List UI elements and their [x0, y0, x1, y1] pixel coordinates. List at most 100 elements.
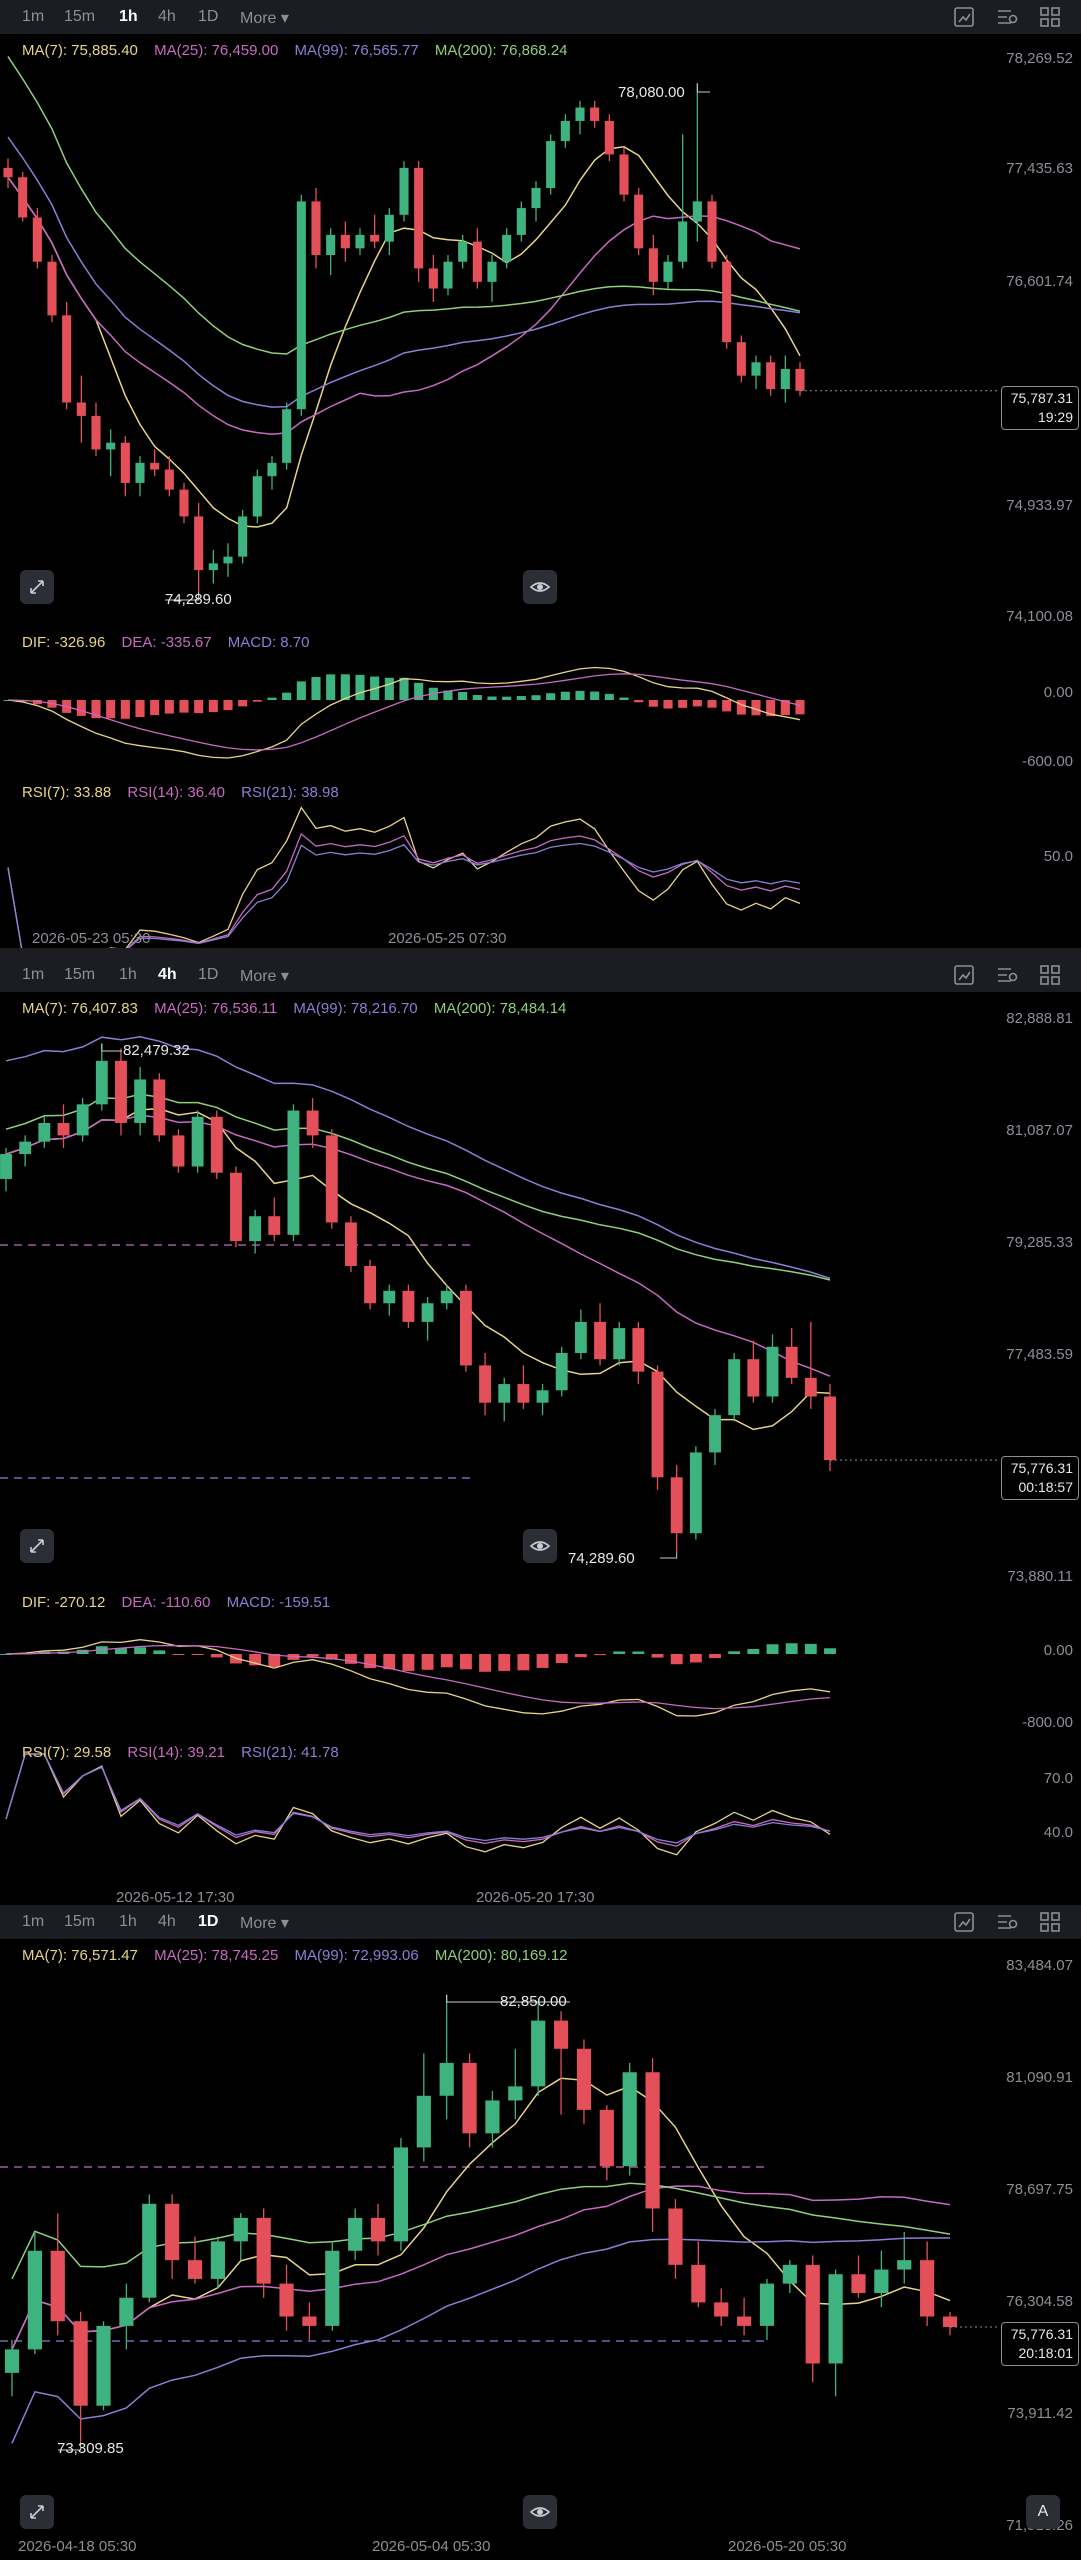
macd-histogram-bar	[440, 1654, 453, 1668]
candle-body	[62, 315, 72, 403]
macd-histogram-bar	[134, 1647, 147, 1654]
dea-line	[5, 1644, 831, 1710]
current-price-tag: 75,776.31 00:18:57	[1001, 1456, 1079, 1500]
dea-value: DEA: -110.60	[121, 1594, 211, 1611]
low-price-label: 73,309.85	[57, 2440, 124, 2457]
macd-axis-label: 0.00	[1043, 1642, 1073, 1659]
macd-histogram-bar	[384, 677, 394, 700]
candle-body	[508, 2086, 523, 2101]
price-axis-label: 78,697.75	[1006, 2181, 1073, 2198]
macd-histogram-bar	[399, 677, 409, 700]
candle-body	[782, 2264, 797, 2284]
eye-icon	[529, 1541, 551, 1551]
candlestick-chart-1h[interactable]	[0, 0, 1081, 948]
visibility-button[interactable]	[523, 2495, 557, 2529]
price-axis-label: 81,090.91	[1006, 2069, 1073, 2086]
macd-histogram-bar	[824, 1648, 836, 1654]
rsi-axis-label: 40.0	[1043, 1824, 1073, 1841]
candle-body	[416, 2095, 431, 2148]
visibility-button[interactable]	[523, 570, 557, 604]
macd-histogram-bar	[210, 1654, 223, 1658]
expand-button[interactable]	[20, 2495, 54, 2529]
candle-body	[106, 442, 116, 450]
candle-body	[536, 1390, 549, 1403]
candle-body	[325, 2250, 340, 2326]
candle-body	[210, 2241, 225, 2279]
candle-body	[632, 1328, 645, 1372]
chart-panel-1d: 1m 15m 1h 4h 1D More ▾ MA(7): 76,571.47 …	[0, 1905, 1081, 2560]
expand-button[interactable]	[20, 570, 54, 604]
price-axis-label: 77,483.59	[1006, 1346, 1073, 1363]
candle-body	[574, 1321, 587, 1353]
candle-body	[252, 476, 262, 517]
candle-body	[91, 415, 101, 450]
price-axis-label: 81,087.07	[1006, 1122, 1073, 1139]
current-price-tag: 75,776.31 20:18:01	[1001, 2322, 1079, 2366]
rsi-legend: RSI(7): 33.88 RSI(14): 36.40 RSI(21): 38…	[22, 784, 351, 801]
candle-body	[692, 201, 702, 222]
candle-body	[459, 1290, 472, 1366]
macd-value: MACD: -159.51	[226, 1594, 331, 1611]
macd-histogram-bar	[106, 700, 116, 719]
macd-histogram-bar	[766, 1644, 779, 1654]
high-marker-line	[696, 83, 710, 93]
candle-body	[364, 1265, 377, 1304]
candle-body	[287, 1110, 300, 1235]
time-axis-label: 2026-05-20 17:30	[476, 1889, 595, 1906]
price-axis-label: 82,888.81	[1006, 1010, 1073, 1027]
candle-body	[897, 2260, 912, 2270]
candle-body	[325, 1135, 338, 1223]
candle-body	[134, 1079, 147, 1123]
candle-body	[440, 1290, 453, 1304]
candle-body	[780, 368, 790, 390]
candle-body	[230, 1172, 242, 1242]
macd-histogram-bar	[191, 1654, 204, 1655]
auto-scale-button[interactable]: A	[1026, 2495, 1060, 2529]
low-price-label: 74,289.60	[568, 1550, 635, 1567]
macd-histogram-bar	[728, 1651, 741, 1654]
candle-countdown: 00:18:57	[1018, 1479, 1074, 1495]
macd-histogram-bar	[238, 700, 248, 707]
candle-body	[766, 362, 776, 390]
macd-histogram-bar	[296, 681, 306, 700]
candle-body	[399, 167, 409, 215]
price-axis-label: 79,285.33	[1006, 1234, 1073, 1251]
candle-body	[651, 1371, 664, 1478]
candlestick-chart-4h[interactable]	[0, 958, 1081, 1905]
candle-body	[594, 1321, 606, 1360]
rsi7-line	[7, 806, 801, 948]
macd-histogram-bar	[594, 1654, 606, 1656]
candle-body	[824, 1396, 836, 1461]
expand-icon	[30, 2505, 44, 2519]
price-axis-label: 78,269.52	[1006, 50, 1073, 67]
macd-histogram-bar	[120, 700, 130, 719]
candle-body	[590, 107, 600, 121]
time-axis-label: 2026-04-18 05:30	[18, 2538, 137, 2555]
candle-body	[498, 1384, 511, 1403]
candle-body	[96, 2325, 111, 2406]
macd-histogram-bar	[546, 693, 556, 700]
candle-body	[370, 234, 380, 242]
price-axis-label: 73,880.11	[1007, 1568, 1073, 1585]
ma99-line	[5, 1036, 831, 1280]
candle-body	[150, 462, 160, 470]
macd-histogram-bar	[604, 693, 614, 700]
candle-body	[517, 1384, 530, 1403]
candle-body	[153, 1079, 166, 1136]
candle-body	[874, 2269, 889, 2294]
candle-body	[668, 2208, 683, 2265]
candle-body	[279, 2283, 294, 2317]
candle-body	[414, 167, 424, 269]
macd-histogram-bar	[590, 691, 600, 700]
visibility-button[interactable]	[523, 1529, 557, 1563]
panel-divider	[0, 948, 1081, 958]
candle-body	[795, 368, 805, 391]
expand-button[interactable]	[20, 1529, 54, 1563]
dif-value: DIF: -270.12	[22, 1594, 106, 1611]
candle-body	[179, 489, 189, 517]
candle-body	[443, 261, 453, 289]
candle-body	[736, 342, 746, 376]
rsi21-line	[5, 1753, 831, 1844]
candle-body	[805, 2264, 820, 2364]
candle-body	[165, 2203, 180, 2261]
